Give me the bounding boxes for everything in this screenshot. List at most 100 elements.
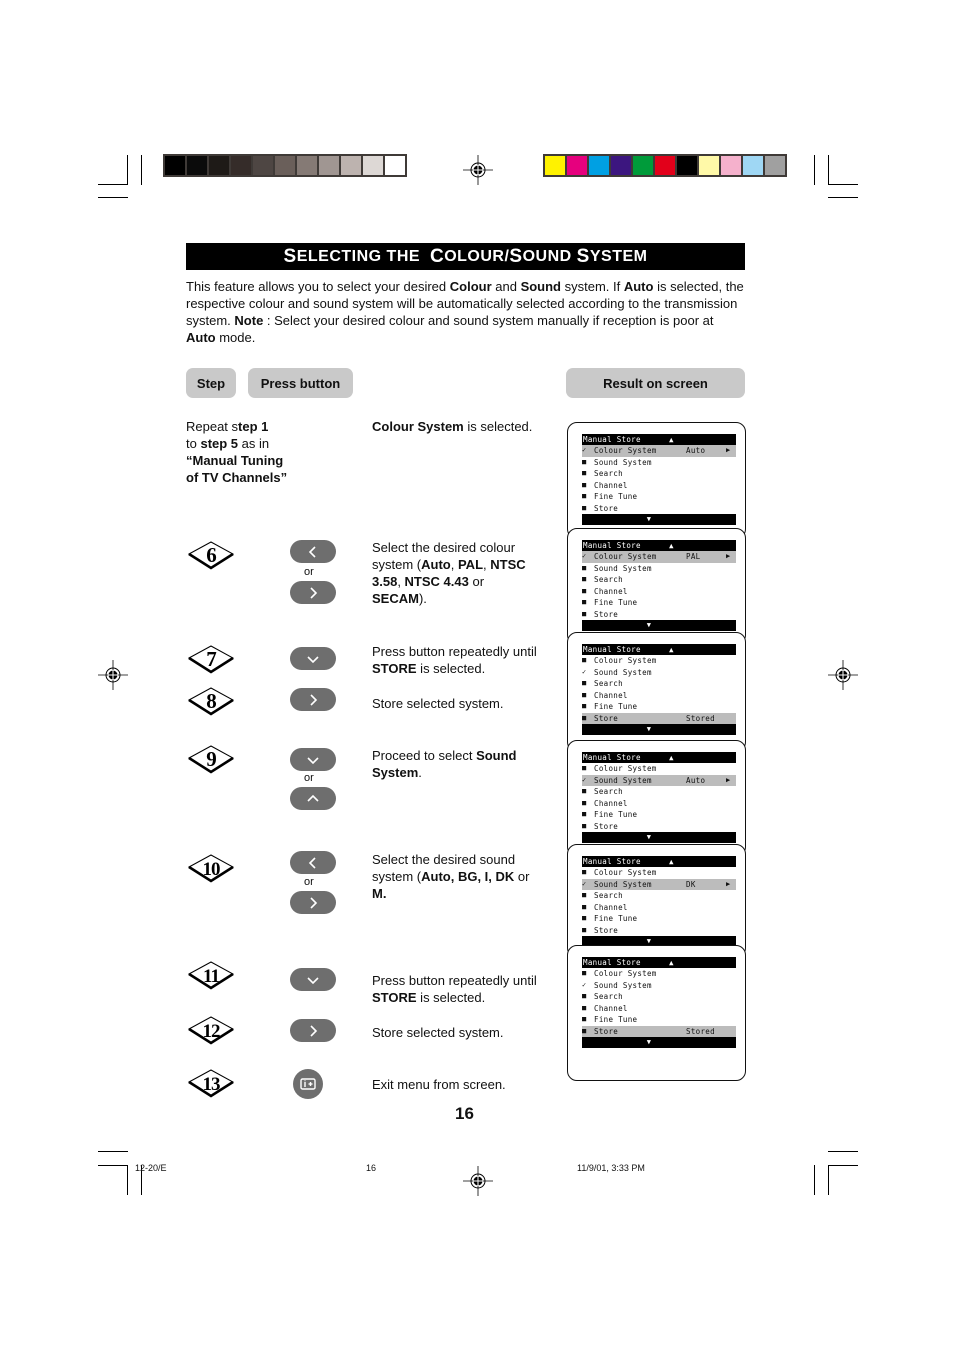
osd-item-label: Colour System — [594, 552, 657, 561]
title-text: YSTEM — [589, 247, 648, 265]
bullet-icon: ■ — [582, 457, 587, 466]
bold-text: PAL — [457, 557, 484, 572]
scroll-down-icon: ▼ — [582, 832, 736, 843]
bold-text: Colour System — [372, 419, 464, 434]
osd-item-label: Search — [594, 891, 623, 900]
osd-item-label: Colour System — [594, 764, 657, 773]
osd-menu-item[interactable]: ■ Search — [582, 468, 736, 480]
osd-menu-item[interactable]: ■ Sound System — [582, 457, 736, 469]
title-text: C — [429, 245, 445, 267]
step-number: 10 — [203, 859, 221, 880]
bullet-icon: ■ — [582, 798, 587, 807]
crop-mark — [814, 155, 815, 185]
down-button[interactable] — [290, 647, 336, 670]
osd-item-label: Store — [594, 1026, 619, 1036]
step-11-icon: 11 — [186, 958, 236, 992]
chevron-right-icon — [310, 693, 318, 706]
bullet-icon: ■ — [582, 690, 587, 699]
osd-menu-item[interactable]: ■ Store Stored — [582, 712, 736, 724]
color-swatch — [655, 156, 675, 175]
osd-menu-item[interactable]: ■ Search — [582, 574, 736, 586]
tv-screen: Manual Store ▲ ■ Colour System ✓ Sound System… — [567, 844, 746, 958]
osd-menu-item[interactable]: ■ Colour System — [582, 655, 736, 667]
step-number: 13 — [203, 1074, 221, 1095]
up-button[interactable] — [290, 787, 336, 810]
osd-menu-item[interactable]: ■ Channel — [582, 586, 736, 598]
bullet-icon: ■ — [582, 713, 587, 722]
osd-menu-item[interactable]: ■ Search — [582, 678, 736, 690]
osd-menu-item[interactable]: ■ Colour System — [582, 763, 736, 775]
osd-item-label: Colour System — [594, 446, 657, 455]
bold-text: STORE — [372, 990, 417, 1005]
osd-menu-item[interactable]: ✓ Sound System DK ▶ — [582, 878, 736, 890]
right-button[interactable] — [290, 1019, 336, 1042]
intro-text: and — [491, 279, 521, 294]
scroll-up-icon: ▲ — [669, 857, 674, 866]
step-13-text: Exit menu from screen. — [372, 1077, 506, 1092]
osd-menu-item[interactable]: ■ Fine Tune — [582, 1014, 736, 1026]
step-number: 8 — [206, 689, 216, 713]
right-button[interactable] — [290, 891, 336, 914]
osd-item-label: Sound System — [594, 667, 652, 677]
color-swatch — [231, 156, 251, 175]
osd-title: Manual Store — [583, 541, 641, 550]
osd-menu-item[interactable]: ■ Channel — [582, 798, 736, 810]
colour-system-selected-text: Colour System is selected. — [372, 418, 552, 435]
osd-menu-item[interactable]: ✓ Colour System PAL ▶ — [582, 551, 736, 563]
color-swatch — [589, 156, 609, 175]
osd-menu-item[interactable]: ✓ Sound System — [582, 980, 736, 992]
left-button[interactable] — [290, 851, 336, 874]
osd-menu-item[interactable]: ■ Fine Tune — [582, 597, 736, 609]
osd-menu-item[interactable]: ■ Store Stored — [582, 1025, 736, 1037]
right-button[interactable] — [290, 581, 336, 604]
osd-menu-item[interactable]: ✓ Sound System Auto ▶ — [582, 774, 736, 786]
right-button[interactable] — [290, 688, 336, 711]
tv-screen: Manual Store ▲ ■ Colour System ✓ Sound System… — [567, 945, 746, 1081]
osd-menu-item[interactable]: ■ Channel — [582, 1003, 736, 1015]
osd-menu-item[interactable]: ■ Search — [582, 890, 736, 902]
osd-menu-item[interactable]: ■ Sound System — [582, 563, 736, 575]
header-step: Step — [186, 368, 236, 398]
bullet-icon: ■ — [582, 1026, 587, 1035]
bullet-icon: ■ — [582, 764, 587, 772]
down-button[interactable] — [290, 968, 336, 991]
step-number: 6 — [206, 543, 216, 567]
title-text: ELECTING THE — [296, 247, 421, 265]
bullet-icon: ■ — [582, 469, 587, 477]
osd-menu-item[interactable]: ■ Search — [582, 786, 736, 798]
scroll-down-icon: ▼ — [582, 514, 736, 525]
grey-calibration-bar — [163, 154, 407, 177]
osd-item-label: Fine Tune — [594, 810, 638, 819]
osd-menu-item[interactable]: ■ Channel — [582, 902, 736, 914]
osd-menu-item[interactable]: ■ Fine Tune — [582, 701, 736, 713]
osd-menu-item[interactable]: ■ Colour System — [582, 968, 736, 980]
osd-menu-item[interactable]: ■ Colour System — [582, 867, 736, 879]
osd-menu-item[interactable]: ✓ Colour System Auto ▶ — [582, 445, 736, 457]
menu-button[interactable] — [293, 1069, 323, 1099]
bullet-icon: ■ — [582, 563, 587, 572]
osd-item-label: Channel — [594, 480, 628, 490]
down-button[interactable] — [290, 748, 336, 771]
step-9-icon: 9 — [186, 742, 236, 776]
osd-menu-item[interactable]: ■ Fine Tune — [582, 913, 736, 925]
osd-menu-item[interactable]: ✓ Sound System — [582, 667, 736, 679]
chevron-up-icon — [307, 794, 319, 802]
osd-menu-item[interactable]: ■ Fine Tune — [582, 491, 736, 503]
osd-menu-item[interactable]: ■ Store — [582, 503, 736, 515]
osd-menu-item[interactable]: ■ Channel — [582, 480, 736, 492]
bullet-icon: ■ — [582, 586, 587, 595]
left-button[interactable] — [290, 540, 336, 563]
step-number: 11 — [203, 966, 219, 987]
osd-menu-item[interactable]: ■ Store — [582, 609, 736, 621]
step-number: 12 — [203, 1021, 221, 1042]
repeat-instruction: Repeat step 1 to step 5 as in “Manual Tu… — [186, 418, 356, 486]
osd-menu-item[interactable]: ■ Store — [582, 925, 736, 937]
osd-menu-item[interactable]: ■ Channel — [582, 690, 736, 702]
color-swatch — [677, 156, 697, 175]
text: to — [186, 436, 201, 451]
check-icon: ✓ — [582, 552, 587, 560]
osd-menu-item[interactable]: ■ Search — [582, 991, 736, 1003]
osd-menu-item[interactable]: ■ Fine Tune — [582, 809, 736, 821]
osd-item-value: Stored — [686, 713, 715, 723]
osd-menu-item[interactable]: ■ Store — [582, 821, 736, 833]
